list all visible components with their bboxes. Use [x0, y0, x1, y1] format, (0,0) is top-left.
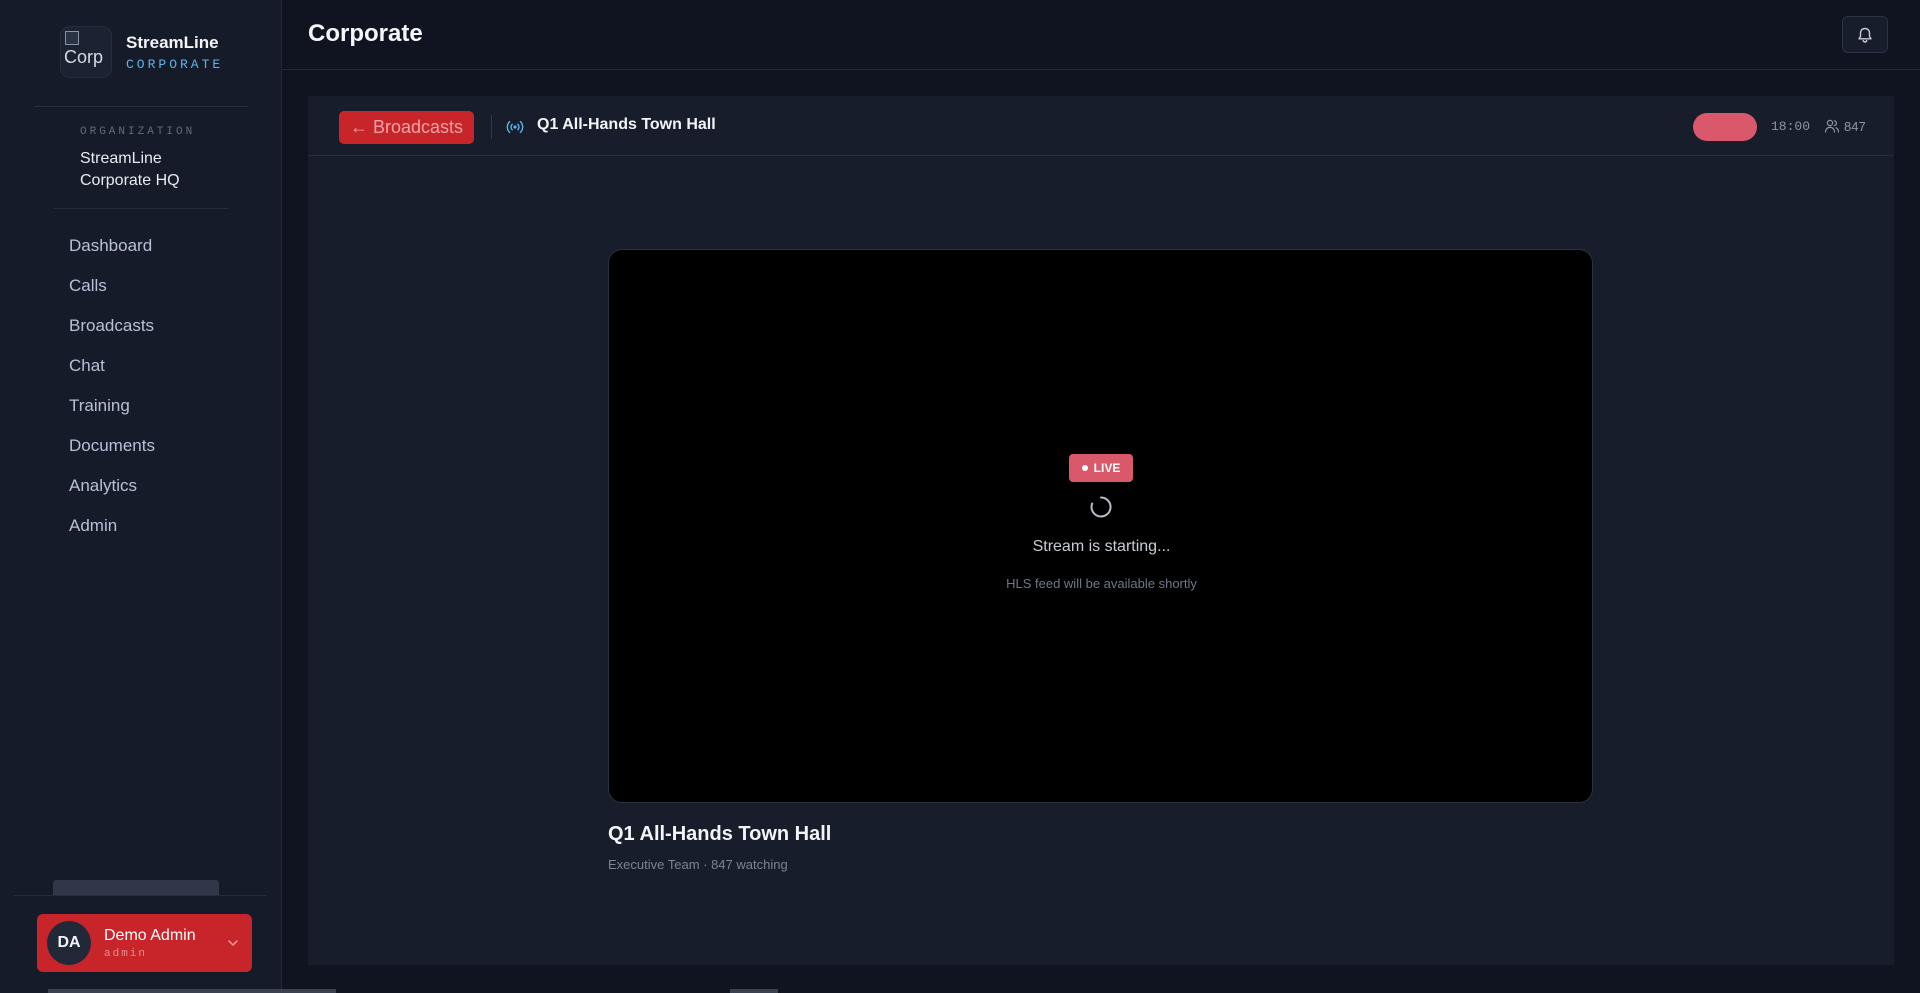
sidebar-item-chat[interactable]: Chat [54, 346, 254, 386]
broken-image-icon [65, 31, 79, 45]
broadcast-toolbar: ← Broadcasts Q1 All-Hands Town Hall 18:0… [308, 96, 1894, 156]
avatar: DA [47, 921, 91, 965]
divider [34, 106, 248, 107]
brand-subtitle: CORPORATE [126, 56, 224, 72]
live-dot-icon [1081, 465, 1088, 471]
stream-status-text: Stream is starting... [1032, 538, 1171, 555]
brand-logo-alt: Corp [64, 47, 104, 67]
broadcast-title: Q1 All-Hands Town Hall [537, 116, 716, 133]
back-to-broadcasts-button[interactable]: ← Broadcasts [339, 111, 474, 144]
sidebar-item-broadcasts[interactable]: Broadcasts [54, 306, 254, 346]
live-badge: LIVE [1069, 454, 1133, 482]
loading-spinner-icon [1090, 496, 1112, 518]
sidebar-item-calls[interactable]: Calls [54, 266, 254, 306]
viewers-icon [1824, 119, 1840, 133]
sidebar-stub [53, 880, 219, 896]
viewers-count: 847 [1844, 119, 1866, 134]
sidebar-item-training[interactable]: Training [54, 386, 254, 426]
stream-status-subtext: HLS feed will be available shortly [1006, 576, 1197, 591]
sidebar-item-admin[interactable]: Admin [54, 506, 254, 546]
horizontal-scrollbar-thumb[interactable] [730, 989, 778, 993]
chevron-down-icon [228, 940, 238, 946]
divider [54, 208, 228, 209]
broadcast-panel: ← Broadcasts Q1 All-Hands Town Hall 18:0… [308, 96, 1894, 965]
broadcast-timer: 18:00 [1771, 119, 1811, 134]
video-player[interactable]: LIVE Stream is starting... HLS feed will… [608, 249, 1593, 803]
live-badge-label: LIVE [1093, 461, 1121, 475]
sidebar-nav: Dashboard Calls Broadcasts Chat Training… [54, 226, 254, 546]
divider [14, 895, 266, 896]
live-status-pill [1693, 113, 1757, 141]
horizontal-scrollbar[interactable] [48, 989, 336, 993]
notifications-button[interactable] [1842, 16, 1888, 53]
video-meta: Executive Team · 847 watching [608, 857, 788, 872]
page-title: Corporate [308, 20, 423, 47]
sidebar: Corp StreamLine CORPORATE ORGANIZATION S… [0, 0, 282, 993]
divider [491, 115, 492, 139]
broadcast-icon [506, 120, 524, 134]
organization-label: ORGANIZATION [80, 126, 196, 138]
user-role: admin [104, 947, 148, 960]
top-header: Corporate [282, 0, 1920, 70]
user-menu-button[interactable]: DA Demo Admin admin [37, 914, 252, 972]
user-name: Demo Admin [104, 926, 196, 944]
brand-name: StreamLine [126, 32, 219, 52]
video-title: Q1 All-Hands Town Hall [608, 823, 832, 845]
sidebar-item-documents[interactable]: Documents [54, 426, 254, 466]
bell-icon [1858, 27, 1872, 43]
brand-logo: Corp [60, 26, 112, 78]
sidebar-item-dashboard[interactable]: Dashboard [54, 226, 254, 266]
brand[interactable]: Corp StreamLine CORPORATE [60, 26, 223, 78]
sidebar-item-analytics[interactable]: Analytics [54, 466, 254, 506]
organization-name: StreamLine Corporate HQ [80, 150, 180, 189]
